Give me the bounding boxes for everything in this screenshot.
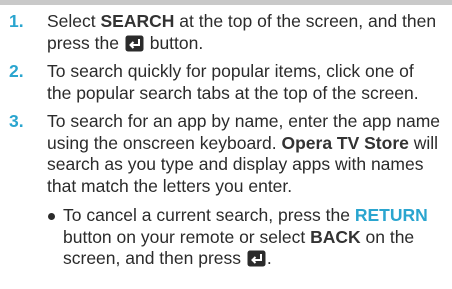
- bullet-text: To cancel a current search, press the RE…: [63, 205, 428, 268]
- step-text: To search quickly for popular items, cli…: [47, 61, 419, 103]
- sub-bullet: To cancel a current search, press the RE…: [0, 205, 452, 270]
- step-1: 1. Select SEARCH at the top of the scree…: [0, 11, 452, 54]
- step-number: 2.: [9, 61, 24, 81]
- step-3: 3. To search for an app by name, enter t…: [0, 111, 452, 197]
- return-keyword: RETURN: [354, 205, 428, 225]
- step-text: Select SEARCH at the top of the screen, …: [47, 11, 437, 53]
- store-keyword: Opera TV Store: [281, 132, 409, 153]
- step-2: 2. To search quickly for popular items, …: [0, 61, 452, 104]
- back-keyword: BACK: [310, 226, 361, 247]
- enter-button-icon: [125, 35, 144, 51]
- step-text: To search for an app by name, enter the …: [47, 111, 441, 196]
- step-number: 3.: [9, 111, 24, 131]
- search-keyword: SEARCH: [100, 11, 175, 31]
- top-divider: [0, 0, 452, 5]
- step-number: 1.: [9, 11, 24, 31]
- bullet-icon: [48, 213, 55, 220]
- enter-button-icon: [247, 250, 266, 267]
- instruction-list: 1. Select SEARCH at the top of the scree…: [0, 11, 452, 270]
